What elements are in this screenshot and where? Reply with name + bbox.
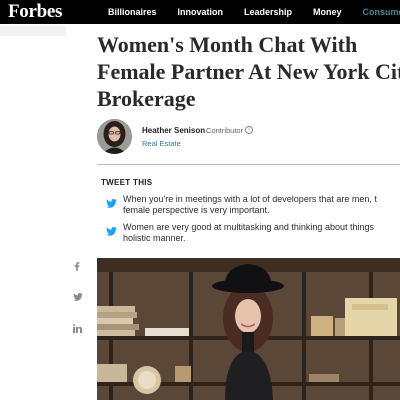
left-rail-bar xyxy=(0,26,66,36)
nav-item-money[interactable]: Money xyxy=(313,7,342,17)
twitter-icon[interactable] xyxy=(106,227,117,236)
nav-item-consumer[interactable]: Consumer xyxy=(363,7,400,17)
headline-line-2: Female Partner At New York City xyxy=(97,59,400,84)
nav-item-leadership[interactable]: Leadership xyxy=(244,7,292,17)
article-photo xyxy=(97,258,400,400)
tweet-quote-1-line2: female perspective is very important. xyxy=(123,205,270,215)
primary-nav: Billionaires Innovation Leadership Money… xyxy=(108,0,400,24)
forbes-logo[interactable]: Forbes xyxy=(8,1,62,23)
author-avatar[interactable] xyxy=(97,119,132,154)
author-name[interactable]: Heather Senison xyxy=(142,126,205,135)
article-headline: Women's Month Chat With Female Partner A… xyxy=(97,31,400,112)
twitter-icon[interactable] xyxy=(106,199,117,208)
tweet-quote-2-line1: Women are very good at multitasking and … xyxy=(123,222,374,232)
info-icon[interactable]: i xyxy=(245,126,253,134)
tweet-quote-2-line2: holistic manner. xyxy=(123,233,186,243)
top-navbar: Forbes Billionaires Innovation Leadershi… xyxy=(0,0,400,24)
linkedin-icon[interactable] xyxy=(73,324,82,333)
tweet-quote-1-line1: When you're in meetings with a lot of de… xyxy=(123,194,377,204)
section-divider xyxy=(97,164,400,165)
tweet-this-title: TWEET THIS xyxy=(101,178,153,187)
twitter-icon[interactable] xyxy=(73,293,83,301)
nav-item-billionaires[interactable]: Billionaires xyxy=(108,7,157,17)
author-role: Contributor xyxy=(206,126,244,135)
tweet-quote-1[interactable]: When you're in meetings with a lot of de… xyxy=(123,194,400,216)
headline-line-3: Brokerage xyxy=(97,86,196,111)
left-rail xyxy=(0,24,68,400)
nav-item-innovation[interactable]: Innovation xyxy=(178,7,224,17)
facebook-icon[interactable] xyxy=(73,262,81,271)
author-section-link[interactable]: Real Estate xyxy=(142,139,181,148)
tweet-quote-2[interactable]: Women are very good at multitasking and … xyxy=(123,222,400,244)
headline-line-1: Women's Month Chat With xyxy=(97,32,358,57)
